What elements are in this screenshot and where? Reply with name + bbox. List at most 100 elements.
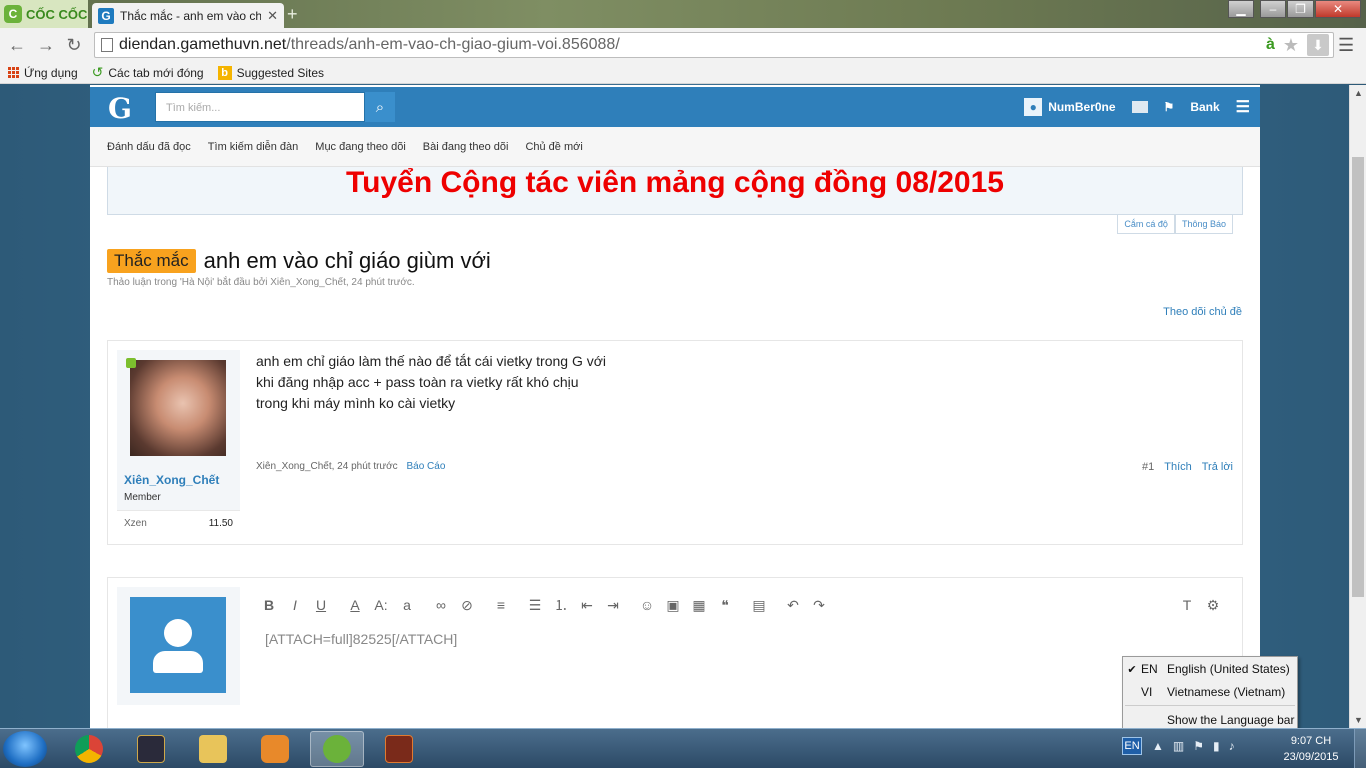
safely-remove-icon[interactable]: ▮ bbox=[1213, 739, 1220, 753]
message-line: khi đăng nhập acc + pass toàn ra vietky … bbox=[256, 374, 579, 390]
coccoc-icon bbox=[323, 735, 351, 763]
bookmark-recent-tabs[interactable]: ↺ Các tab mới đóng bbox=[92, 64, 204, 81]
toggle-bbcode-icon[interactable]: ⚙ bbox=[1200, 594, 1226, 616]
minimize-button[interactable]: – bbox=[1260, 0, 1286, 18]
thread-prefix-badge[interactable]: Thắc mắc bbox=[107, 249, 196, 273]
unlink-icon[interactable]: ⊘ bbox=[454, 594, 480, 616]
tab-active[interactable]: G Thắc mắc - anh em vào ch ✕ bbox=[92, 3, 284, 28]
like-link[interactable]: Thích bbox=[1164, 461, 1192, 473]
save-draft-icon[interactable]: ▤ bbox=[746, 594, 772, 616]
start-button[interactable] bbox=[3, 731, 47, 767]
smilie-icon[interactable]: ☺ bbox=[634, 594, 660, 616]
post-byline[interactable]: Xiên_Xong_Chết, 24 phút trước bbox=[256, 461, 398, 472]
action-center-icon[interactable]: ⚑ bbox=[1193, 739, 1204, 753]
image-icon[interactable]: ▣ bbox=[660, 594, 686, 616]
new-tab-button[interactable]: + bbox=[287, 5, 303, 23]
hamburger-menu-icon[interactable]: ☰ bbox=[1236, 97, 1250, 117]
user-icon: ● bbox=[1024, 98, 1043, 116]
scroll-up-icon[interactable]: ▲ bbox=[1350, 85, 1366, 101]
tab-close-icon[interactable]: ✕ bbox=[267, 8, 278, 24]
network-icon[interactable]: ▥ bbox=[1173, 739, 1184, 753]
page-scrollbar[interactable]: ▲ ▼ bbox=[1349, 85, 1366, 728]
link-icon[interactable]: ∞ bbox=[428, 594, 454, 616]
numbered-list-icon[interactable]: ⒈ bbox=[548, 594, 574, 616]
watched-threads-link[interactable]: Bài đang theo dõi bbox=[423, 141, 509, 153]
taskbar-game-1[interactable] bbox=[124, 731, 178, 767]
taskbar-coccoc[interactable] bbox=[310, 731, 364, 767]
site-logo[interactable]: G bbox=[108, 92, 132, 125]
windows-taskbar: EN ▲ ▥ ⚑ ▮ ♪ 9:07 CH 23/09/2015 bbox=[0, 728, 1366, 768]
bookmark-apps[interactable]: Ứng dụng bbox=[8, 66, 78, 80]
mail-icon[interactable] bbox=[1131, 101, 1148, 113]
user-menu[interactable]: ● NumBer0ne bbox=[1024, 98, 1116, 116]
font-family-icon[interactable]: a bbox=[394, 594, 420, 616]
follow-thread-link[interactable]: Theo dõi chủ đề bbox=[1163, 306, 1242, 318]
url-text[interactable]: diendan.gamethuvn.net/threads/anh-em-vao… bbox=[119, 36, 620, 54]
bookmark-star-icon[interactable]: ★ bbox=[1283, 35, 1299, 56]
align-icon[interactable]: ≡ bbox=[488, 594, 514, 616]
post-user-block: Xiên_Xong_Chết Member Xzen 11.50 bbox=[117, 350, 240, 536]
vietnamese-input-icon[interactable]: à bbox=[1266, 36, 1275, 54]
reply-link[interactable]: Trả lời bbox=[1202, 461, 1233, 473]
user-area: ● NumBer0ne ⚑ Bank ☰ bbox=[1024, 87, 1250, 127]
browser-logo[interactable]: C CỐC CỐC bbox=[0, 0, 88, 28]
message-editor[interactable]: [ATTACH=full]82525[/ATTACH] bbox=[256, 622, 1232, 728]
taskbar-chrome[interactable] bbox=[62, 731, 116, 767]
quote-icon[interactable]: ❝ bbox=[712, 594, 738, 616]
forward-button[interactable]: → bbox=[36, 34, 56, 56]
remove-format-icon[interactable]: T bbox=[1174, 594, 1200, 616]
outdent-icon[interactable]: ⇤ bbox=[574, 594, 600, 616]
flag-icon[interactable]: ⚑ bbox=[1164, 100, 1175, 114]
system-clock[interactable]: 9:07 CH 23/09/2015 bbox=[1278, 733, 1344, 765]
taskbar-game-2[interactable] bbox=[372, 731, 426, 767]
bullet-list-icon[interactable]: ☰ bbox=[522, 594, 548, 616]
avatar[interactable] bbox=[130, 360, 226, 456]
new-threads-link[interactable]: Chủ đề mới bbox=[525, 141, 582, 153]
bookmark-suggested-sites[interactable]: b Suggested Sites bbox=[217, 65, 324, 80]
show-desktop-button[interactable] bbox=[1354, 729, 1366, 768]
search-input[interactable]: Tìm kiếm... bbox=[155, 92, 365, 122]
chrome-icon bbox=[75, 735, 103, 763]
underline-icon[interactable]: U bbox=[308, 594, 334, 616]
tag-betting[interactable]: Cắm cá độ bbox=[1117, 215, 1175, 234]
show-hidden-icons-icon[interactable]: ▲ bbox=[1152, 739, 1164, 753]
post-author[interactable]: Xiên_Xong_Chết bbox=[124, 473, 219, 487]
maximize-button[interactable]: ❐ bbox=[1287, 0, 1314, 18]
search-icon[interactable]: ⌕ bbox=[365, 92, 395, 122]
site-favicon-icon: G bbox=[98, 7, 114, 24]
browser-toolbar: ← → ↻ diendan.gamethuvn.net/threads/anh-… bbox=[0, 28, 1366, 62]
browser-menu-button[interactable]: ☰ bbox=[1338, 34, 1358, 56]
search-forums-link[interactable]: Tìm kiếm diễn đàn bbox=[208, 141, 298, 153]
language-option-en[interactable]: ✔ EN English (United States) bbox=[1123, 659, 1299, 679]
volume-muted-icon[interactable]: ♪ bbox=[1229, 739, 1235, 753]
post-number[interactable]: #1 bbox=[1142, 461, 1154, 473]
watched-forums-link[interactable]: Mục đang theo dõi bbox=[315, 141, 406, 153]
report-link[interactable]: Báo Cáo bbox=[406, 461, 445, 472]
back-button[interactable]: ← bbox=[7, 34, 27, 56]
font-color-icon[interactable]: A bbox=[342, 594, 368, 616]
italic-icon[interactable]: I bbox=[282, 594, 308, 616]
profile-button[interactable]: ▁ bbox=[1228, 0, 1254, 18]
notice-banner[interactable]: Tuyển Cộng tác viên mảng cộng đồng 08/20… bbox=[107, 167, 1243, 215]
address-bar[interactable]: diendan.gamethuvn.net/threads/anh-em-vao… bbox=[94, 32, 1334, 58]
font-size-icon[interactable]: A: bbox=[368, 594, 394, 616]
scroll-thumb[interactable] bbox=[1352, 157, 1364, 597]
media-icon[interactable]: ▦ bbox=[686, 594, 712, 616]
taskbar-explorer[interactable] bbox=[186, 731, 240, 767]
reload-button[interactable]: ↻ bbox=[64, 34, 84, 56]
download-icon[interactable]: ⬇ bbox=[1307, 34, 1329, 56]
taskbar-media-player[interactable] bbox=[248, 731, 302, 767]
bold-icon[interactable]: B bbox=[256, 594, 282, 616]
undo-icon[interactable]: ↶ bbox=[780, 594, 806, 616]
language-indicator[interactable]: EN bbox=[1122, 737, 1142, 755]
redo-icon[interactable]: ↷ bbox=[806, 594, 832, 616]
show-language-bar-item[interactable]: Show the Language bar bbox=[1167, 713, 1294, 727]
indent-icon[interactable]: ⇥ bbox=[600, 594, 626, 616]
scroll-down-icon[interactable]: ▼ bbox=[1350, 712, 1366, 728]
stat-value: 11.50 bbox=[208, 518, 233, 529]
close-window-button[interactable]: ✕ bbox=[1315, 0, 1361, 18]
bank-link[interactable]: Bank bbox=[1190, 100, 1219, 114]
mark-read-link[interactable]: Đánh dấu đã đọc bbox=[107, 141, 191, 153]
tag-notice[interactable]: Thông Báo bbox=[1174, 215, 1233, 234]
language-option-vi[interactable]: VI Vietnamese (Vietnam) bbox=[1123, 682, 1299, 702]
